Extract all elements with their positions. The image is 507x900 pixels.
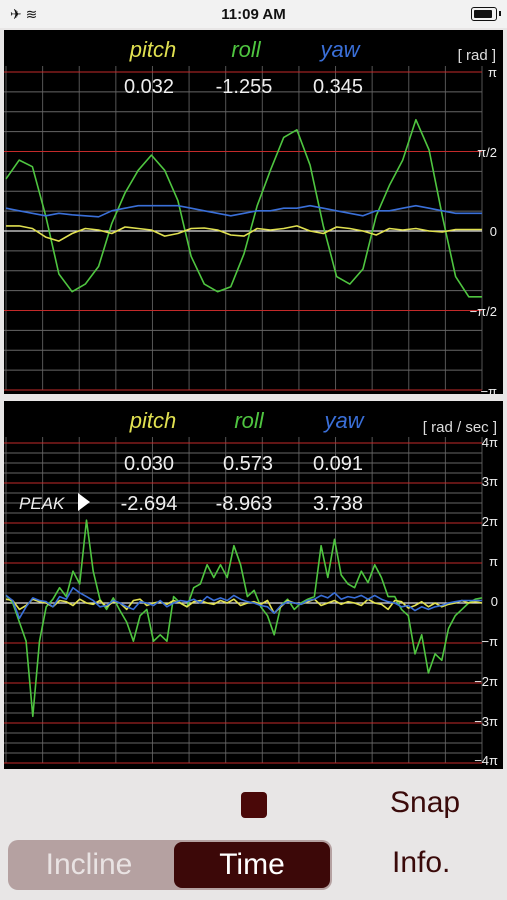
segment-time[interactable]: Time (174, 842, 330, 888)
value-yaw: 0.091 (313, 453, 363, 475)
axis-label-zero: 0 (490, 224, 497, 239)
peak-value-roll: -8.963 (216, 493, 273, 515)
series-line-pitch (6, 225, 482, 242)
play-triangle-icon[interactable] (78, 493, 90, 511)
axis-label-pi: π (489, 554, 498, 569)
header-pitch: pitch (129, 408, 176, 433)
axis-label-zero: 0 (491, 594, 498, 609)
axis-label-neg-half-pi: −π/2 (470, 304, 497, 319)
peak-label: PEAK (19, 494, 65, 513)
value-pitch: 0.030 (124, 453, 174, 475)
value-yaw: 0.345 (313, 76, 363, 98)
segment-incline[interactable]: Incline (8, 840, 170, 890)
axis-label-neg-4pi: −4π (474, 753, 498, 768)
series-line-roll (5, 519, 483, 718)
unit-label: [ rad / sec ] (423, 419, 497, 436)
status-bar: ✈ ≋ 11:09 AM (0, 0, 507, 28)
info-button[interactable]: Info. (392, 846, 450, 880)
mode-segmented-control: Incline Time (8, 840, 332, 890)
peak-value-pitch: -2.694 (121, 493, 178, 515)
peak-value-yaw: 3.738 (313, 493, 363, 515)
axis-label-half-pi: π/2 (477, 145, 497, 160)
axis-label-neg-pi: −π (480, 384, 497, 394)
header-yaw: yaw (322, 408, 365, 433)
value-roll: -1.255 (216, 76, 273, 98)
angle-chart: pitch roll yaw [ rad ] 0.032 -1.255 0.34… (4, 37, 497, 399)
value-pitch: 0.032 (124, 76, 174, 98)
header-roll: roll (234, 408, 264, 433)
stop-button[interactable] (241, 792, 267, 818)
snap-button[interactable]: Snap (390, 786, 460, 820)
header-pitch: pitch (129, 37, 176, 62)
axis-label-neg-3pi: −3π (474, 714, 498, 729)
axis-label-4pi: 4π (482, 435, 498, 450)
axis-label-3pi: 3π (482, 474, 498, 489)
axis-label-neg-2pi: −2π (474, 674, 498, 689)
value-roll: 0.573 (223, 453, 273, 475)
rate-chart-panel: pitch roll yaw [ rad / sec ] 0.030 0.573… (4, 401, 503, 769)
series-line-roll (5, 118, 482, 298)
status-time: 11:09 AM (221, 6, 286, 23)
axis-label-pi: π (488, 65, 497, 80)
angle-chart-panel: pitch roll yaw [ rad ] 0.032 -1.255 0.34… (4, 30, 503, 399)
unit-label: [ rad ] (458, 47, 496, 64)
header-roll: roll (231, 37, 261, 62)
axis-label-2pi: 2π (482, 514, 498, 529)
controls-area: Snap Incline Time Info. (0, 772, 507, 900)
rate-chart: pitch roll yaw [ rad / sec ] 0.030 0.573… (4, 408, 498, 768)
header-yaw: yaw (318, 37, 361, 62)
axis-label-neg-pi: −π (481, 634, 498, 649)
battery-icon (471, 7, 501, 21)
